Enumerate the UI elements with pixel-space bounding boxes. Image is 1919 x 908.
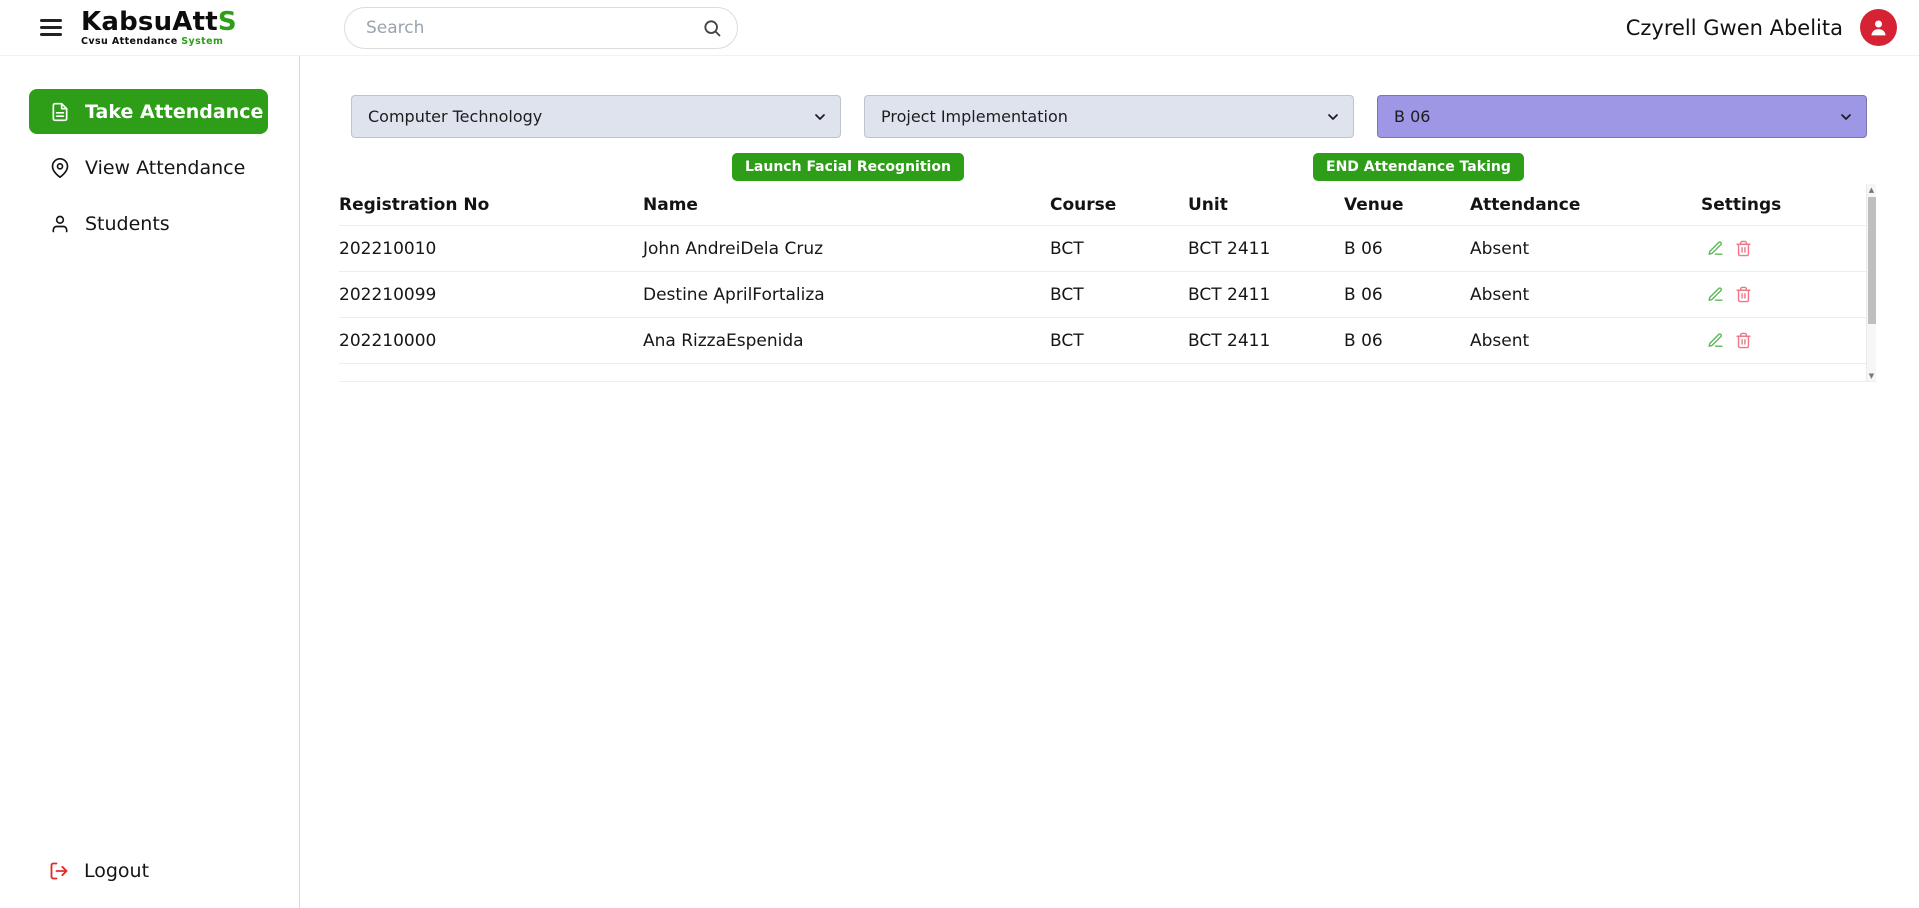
cell-name: Ana RizzaEspenida <box>643 331 1050 351</box>
action-row: Launch Facial Recognition END Attendance… <box>300 153 1919 181</box>
user-name: Czyrell Gwen Abelita <box>1626 16 1843 40</box>
person-icon <box>50 214 70 234</box>
edit-icon[interactable] <box>1707 240 1724 257</box>
sidebar-item-view-attendance[interactable]: View Attendance <box>29 145 268 190</box>
logout-label: Logout <box>84 860 149 882</box>
cell-course: BCT <box>1050 239 1188 259</box>
column-header-attendance: Attendance <box>1470 195 1701 215</box>
cell-attendance: Absent <box>1470 239 1701 259</box>
cell-name: Destine AprilFortaliza <box>643 285 1050 305</box>
cell-registration-no: 202210010 <box>339 239 643 259</box>
department-select-value: Computer Technology <box>368 107 542 126</box>
sidebar: Take Attendance View Attendance Students <box>0 56 300 908</box>
user-area: Czyrell Gwen Abelita <box>1626 9 1897 46</box>
app-logo-tagline: Cvsu Attendance System <box>81 37 237 47</box>
chevron-down-icon <box>1325 109 1341 125</box>
subject-select[interactable]: Project Implementation <box>864 95 1354 138</box>
column-header-registration-no: Registration No <box>339 195 643 215</box>
app-logo: KabsuAttS Cvsu Attendance System <box>81 9 237 47</box>
cell-name: John AndreiDela Cruz <box>643 239 1050 259</box>
search-icon[interactable] <box>702 18 722 38</box>
delete-icon[interactable] <box>1735 240 1752 257</box>
logout-icon <box>49 861 69 881</box>
document-icon <box>50 102 70 122</box>
end-attendance-taking-button[interactable]: END Attendance Taking <box>1313 153 1524 181</box>
edit-icon[interactable] <box>1707 286 1724 303</box>
scrollbar-down-arrow-icon[interactable]: ▼ <box>1867 370 1876 382</box>
subject-select-value: Project Implementation <box>881 107 1068 126</box>
search-input[interactable] <box>364 17 702 39</box>
top-header: KabsuAttS Cvsu Attendance System Czyrell… <box>0 0 1919 56</box>
cell-unit: BCT 2411 <box>1188 239 1344 259</box>
table-scrollbar[interactable]: ▲ ▼ <box>1866 184 1876 382</box>
location-pin-icon <box>50 158 70 178</box>
column-header-name: Name <box>643 195 1050 215</box>
column-header-settings: Settings <box>1701 195 1866 215</box>
scrollbar-thumb[interactable] <box>1868 197 1876 324</box>
cell-unit: BCT 2411 <box>1188 285 1344 305</box>
filter-row: Computer Technology Project Implementati… <box>351 95 1867 138</box>
cell-registration-no: 202210000 <box>339 331 643 351</box>
table-row: 202210099 Destine AprilFortaliza BCT BCT… <box>339 272 1876 318</box>
user-avatar[interactable] <box>1860 9 1897 46</box>
department-select[interactable]: Computer Technology <box>351 95 841 138</box>
launch-facial-recognition-button[interactable]: Launch Facial Recognition <box>732 153 964 181</box>
cell-course: BCT <box>1050 285 1188 305</box>
main-content: Computer Technology Project Implementati… <box>300 56 1919 908</box>
chevron-down-icon <box>812 109 828 125</box>
column-header-unit: Unit <box>1188 195 1344 215</box>
cell-registration-no: 202210099 <box>339 285 643 305</box>
venue-select[interactable]: B 06 <box>1377 95 1867 138</box>
sidebar-item-label: View Attendance <box>85 157 245 179</box>
column-header-course: Course <box>1050 195 1188 215</box>
sidebar-item-label: Take Attendance <box>85 101 263 123</box>
edit-icon[interactable] <box>1707 332 1724 349</box>
cell-attendance: Absent <box>1470 331 1701 351</box>
search-bar <box>344 7 738 49</box>
cell-unit: BCT 2411 <box>1188 331 1344 351</box>
sidebar-item-label: Students <box>85 213 170 235</box>
sidebar-item-take-attendance[interactable]: Take Attendance <box>29 89 268 134</box>
table-row: 202210000 Ana RizzaEspenida BCT BCT 2411… <box>339 318 1876 364</box>
table-header-row: Registration No Name Course Unit Venue A… <box>339 184 1876 226</box>
cell-venue: B 06 <box>1344 331 1470 351</box>
cell-venue: B 06 <box>1344 285 1470 305</box>
logout-button[interactable]: Logout <box>29 860 149 882</box>
delete-icon[interactable] <box>1735 286 1752 303</box>
scrollbar-up-arrow-icon[interactable]: ▲ <box>1867 184 1876 196</box>
cell-venue: B 06 <box>1344 239 1470 259</box>
app-logo-wordmark: KabsuAttS <box>81 9 237 35</box>
cell-attendance: Absent <box>1470 285 1701 305</box>
column-header-venue: Venue <box>1344 195 1470 215</box>
venue-select-value: B 06 <box>1394 107 1430 126</box>
cell-course: BCT <box>1050 331 1188 351</box>
delete-icon[interactable] <box>1735 332 1752 349</box>
attendance-table: Registration No Name Course Unit Venue A… <box>339 184 1876 382</box>
sidebar-item-students[interactable]: Students <box>29 201 268 246</box>
hamburger-menu-icon[interactable] <box>40 15 62 40</box>
chevron-down-icon <box>1838 109 1854 125</box>
table-row: 202210010 John AndreiDela Cruz BCT BCT 2… <box>339 226 1876 272</box>
